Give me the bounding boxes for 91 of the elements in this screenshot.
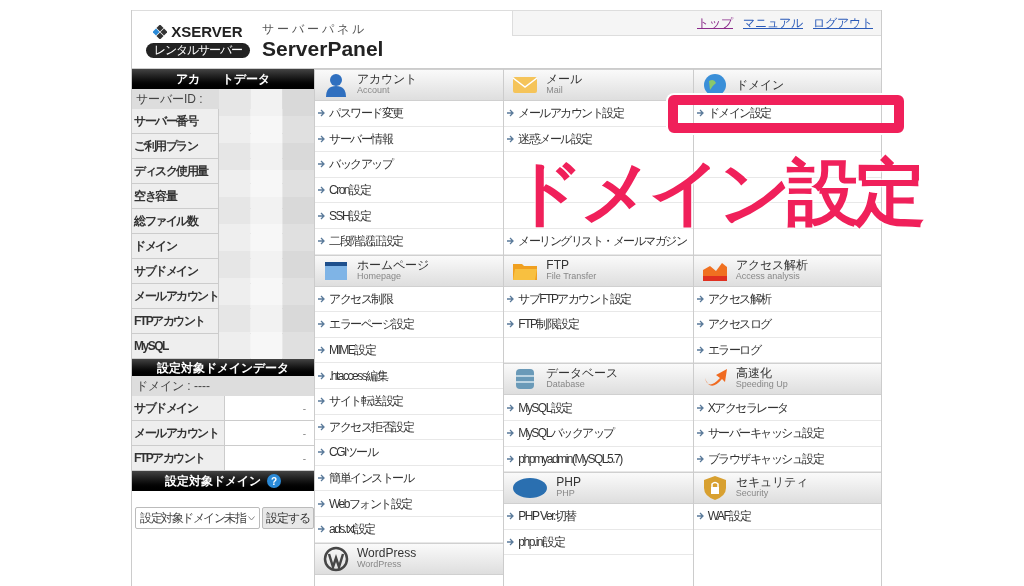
arrow-icon <box>507 512 516 521</box>
row-label: メールアカウント <box>132 421 225 445</box>
heading-text: アカ <box>176 71 200 88</box>
arrow-icon <box>318 294 326 303</box>
section-title: 高速化 <box>735 368 772 380</box>
section-title: セキュリティ <box>735 477 808 489</box>
header-link[interactable]: マニュアル <box>743 14 803 32</box>
arrow-icon <box>318 448 326 457</box>
row-label: FTPアカウント <box>132 309 219 333</box>
rental-server-badge: レンタルサーバー <box>146 43 250 59</box>
row-label: 総ファイル数 <box>132 209 219 233</box>
arrow-icon <box>507 320 516 329</box>
domain-select[interactable]: 設定対象ドメイン未指 <box>135 507 260 529</box>
arrow-icon <box>318 371 326 380</box>
arrow-icon <box>507 454 516 463</box>
section-subtitle: WordPress <box>357 558 403 570</box>
arrow-icon <box>696 294 705 303</box>
row-value: - <box>301 426 307 441</box>
arrow-icon <box>696 429 705 438</box>
sidebar-heading: 設定対象ドメイン <box>165 473 261 490</box>
row-label: ドメイン <box>132 234 219 258</box>
arrow-icon <box>318 320 326 329</box>
help-icon[interactable]: ? <box>267 474 281 488</box>
section-title: WordPress <box>357 547 417 559</box>
section-subtitle: Account <box>357 85 391 96</box>
diamond-logo-icon <box>153 25 168 39</box>
section-title: FTP <box>546 259 570 271</box>
arrow-icon <box>318 397 326 406</box>
section-title: ホームページ <box>357 259 429 271</box>
arrow-icon <box>318 160 326 169</box>
person-icon <box>323 72 349 98</box>
arrow-icon <box>318 134 326 143</box>
row-value: - <box>301 451 307 466</box>
arrow-icon <box>318 422 326 431</box>
section-subtitle: File Transfer <box>546 270 597 282</box>
arrow-icon <box>318 109 326 118</box>
section-title: データベース <box>546 368 619 380</box>
section-title: PHP <box>556 477 581 489</box>
section-subtitle: Mail <box>546 85 564 96</box>
arrow-icon <box>507 403 516 412</box>
arrow-icon <box>696 403 705 412</box>
section-subtitle: Homepage <box>357 270 403 282</box>
arrow-icon <box>696 109 705 118</box>
section-subtitle: PHP <box>556 488 576 500</box>
wordpress-icon <box>323 545 349 572</box>
arrow-icon <box>696 346 705 355</box>
padlock-shield-icon <box>701 475 728 502</box>
chevron-down-icon <box>248 515 255 521</box>
section-subtitle: Security <box>735 488 770 500</box>
panel-kana: サーバーパネル <box>262 20 368 38</box>
row-label: サブドメイン <box>132 396 225 420</box>
section-title: メール <box>546 74 583 85</box>
section-title: ドメイン <box>735 79 784 91</box>
arrow-icon <box>696 320 705 329</box>
row-label: MySQL <box>132 334 219 358</box>
header-link[interactable]: トップ <box>697 14 733 32</box>
arrow-icon <box>318 237 326 246</box>
arrow-icon <box>318 499 326 508</box>
arrow-icon <box>318 186 326 195</box>
row-label: サブドメイン <box>132 259 219 283</box>
panel-title: ServerPanel <box>262 37 384 60</box>
logo-text: XSERVER <box>171 21 243 42</box>
arrow-icon <box>318 525 326 534</box>
arrow-icon <box>507 109 516 118</box>
sidebar-heading: 設定対象ドメインデータ <box>132 359 314 376</box>
overlay-caption: ドメイン設定 <box>510 153 923 231</box>
arrow-icon <box>507 538 516 546</box>
header-link[interactable]: ログアウト <box>813 14 873 32</box>
row-label: ディスク使用量 <box>132 159 219 183</box>
arrow-icon <box>318 346 326 355</box>
arrow-icon <box>318 211 326 220</box>
heading-text: トデータ <box>222 71 270 88</box>
section-title: アカウント <box>357 74 417 85</box>
section-subtitle: Database <box>546 379 586 391</box>
section-subtitle: Access analysis <box>735 270 800 282</box>
arrow-icon <box>507 294 516 303</box>
arrow-icon <box>318 474 326 482</box>
row-value: - <box>301 401 307 416</box>
section-subtitle: Speeding Up <box>735 379 788 391</box>
arrow-icon <box>507 429 516 438</box>
arrow-icon <box>696 454 705 463</box>
section-title: アクセス解析 <box>735 259 808 271</box>
row-label: 空き容量 <box>132 184 219 208</box>
row-label: メールアカウント <box>132 284 219 308</box>
row-label: FTPアカウント <box>132 446 225 470</box>
set-button[interactable]: 設定する <box>262 507 314 529</box>
row-label: サーバー番号 <box>132 109 219 133</box>
row-label: ご利用プラン <box>132 134 219 158</box>
arrow-icon <box>696 512 705 521</box>
arrow-icon <box>507 237 516 246</box>
arrow-icon <box>507 134 516 143</box>
